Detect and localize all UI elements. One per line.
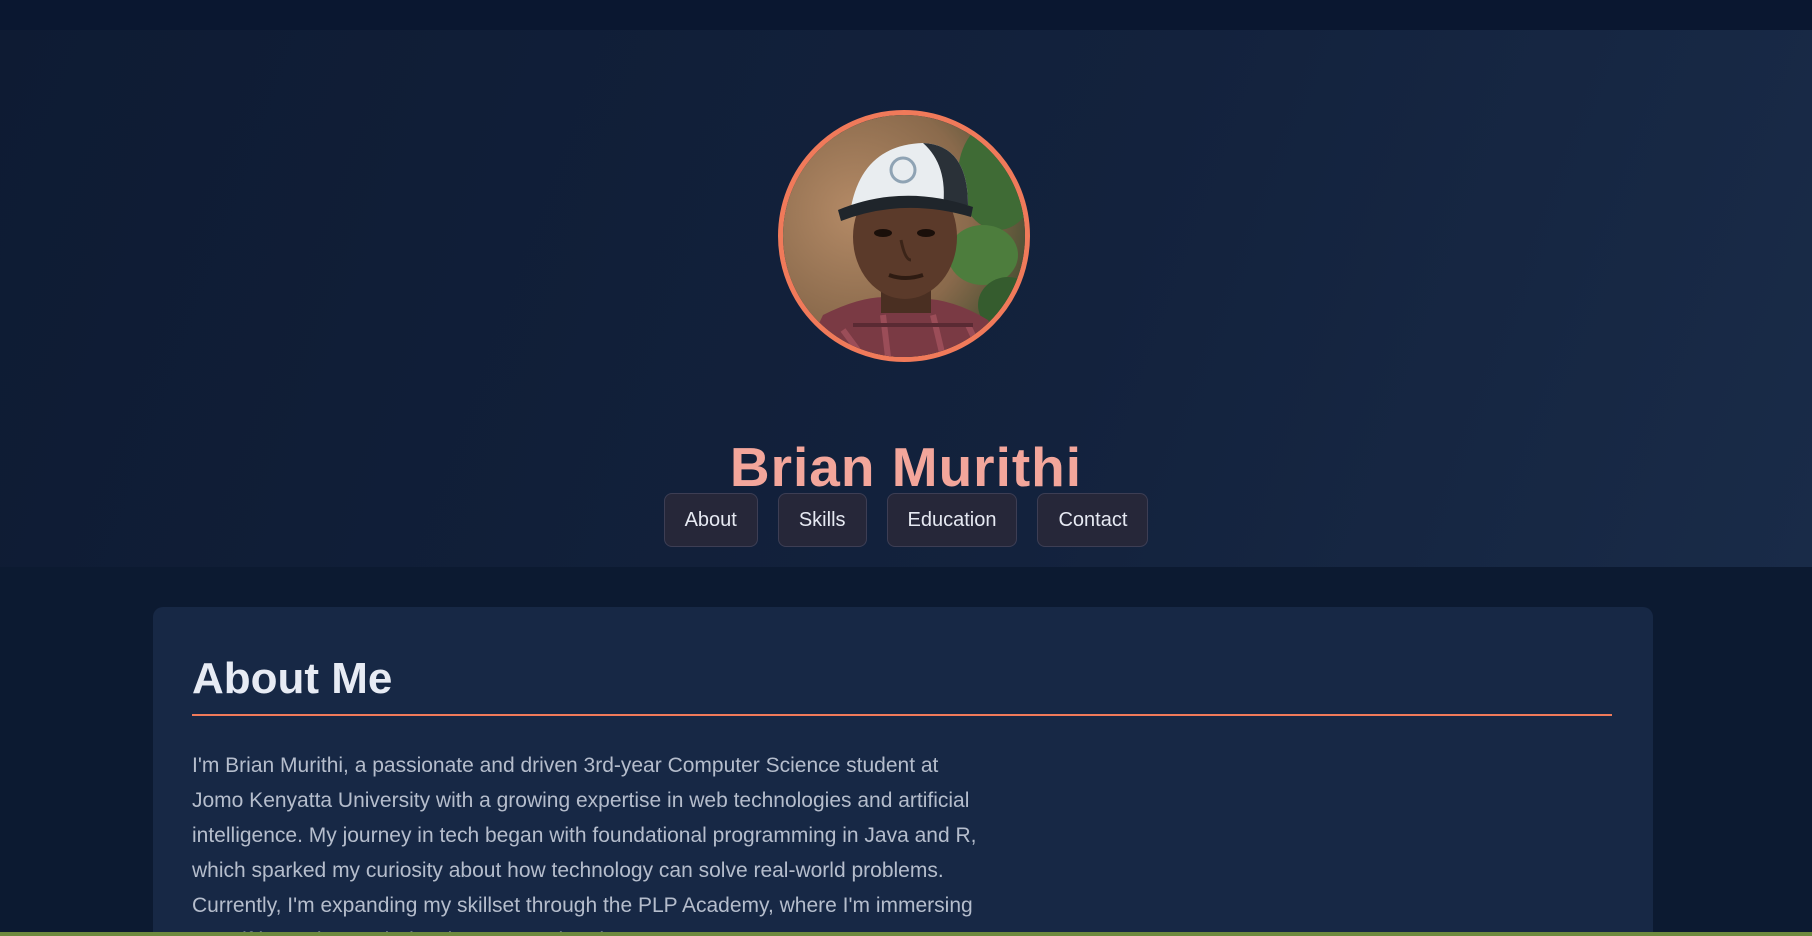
portfolio-page: Brian Murithi About Skills Education Con…	[0, 0, 1812, 936]
bottom-edge-strip	[0, 932, 1812, 936]
about-text: I'm Brian Murithi, a passionate and driv…	[192, 754, 977, 936]
hero-section: Brian Murithi About Skills Education Con…	[0, 30, 1812, 567]
nav-contact-button[interactable]: Contact	[1037, 493, 1149, 547]
nav-about-button[interactable]: About	[663, 493, 758, 547]
nav-education-button[interactable]: Education	[886, 493, 1018, 547]
profile-photo	[778, 110, 1030, 362]
about-section: About Me I'm Brian Murithi, a passionate…	[153, 607, 1653, 936]
main-nav: About Skills Education Contact	[0, 493, 1812, 547]
about-title-underline	[192, 714, 1612, 716]
about-title: About Me	[192, 654, 393, 703]
profile-photo-image	[783, 115, 1025, 357]
top-bar	[0, 0, 1812, 30]
nav-skills-button[interactable]: Skills	[777, 493, 867, 547]
